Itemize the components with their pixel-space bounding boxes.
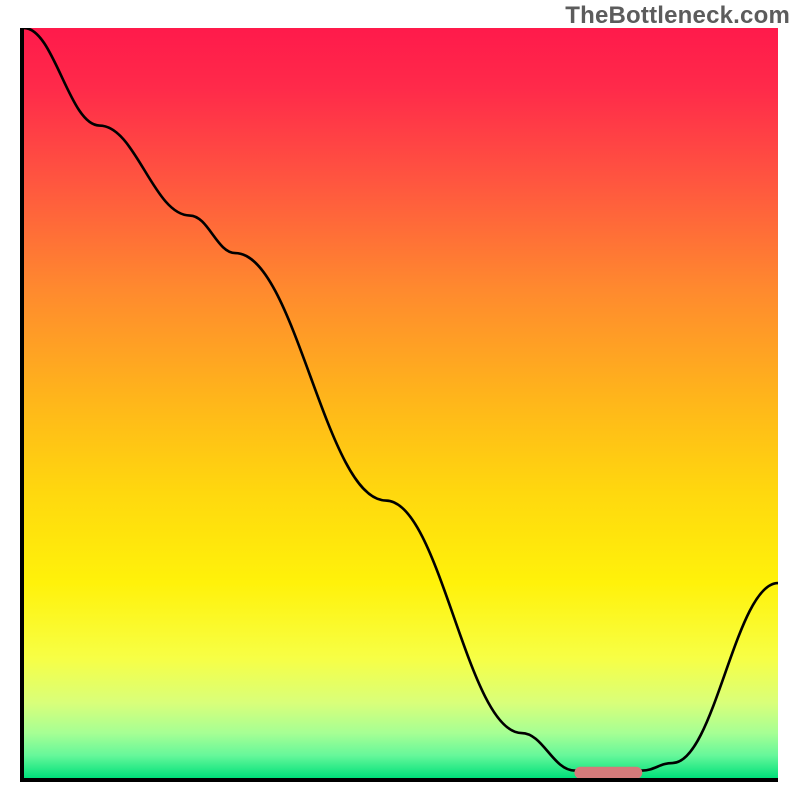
bottleneck-curve xyxy=(24,28,778,771)
optimal-range-marker xyxy=(574,767,642,779)
watermark-text: TheBottleneck.com xyxy=(565,2,790,30)
curve-layer xyxy=(24,28,778,778)
plot-area xyxy=(20,28,778,782)
chart-container: TheBottleneck.com xyxy=(0,0,800,800)
